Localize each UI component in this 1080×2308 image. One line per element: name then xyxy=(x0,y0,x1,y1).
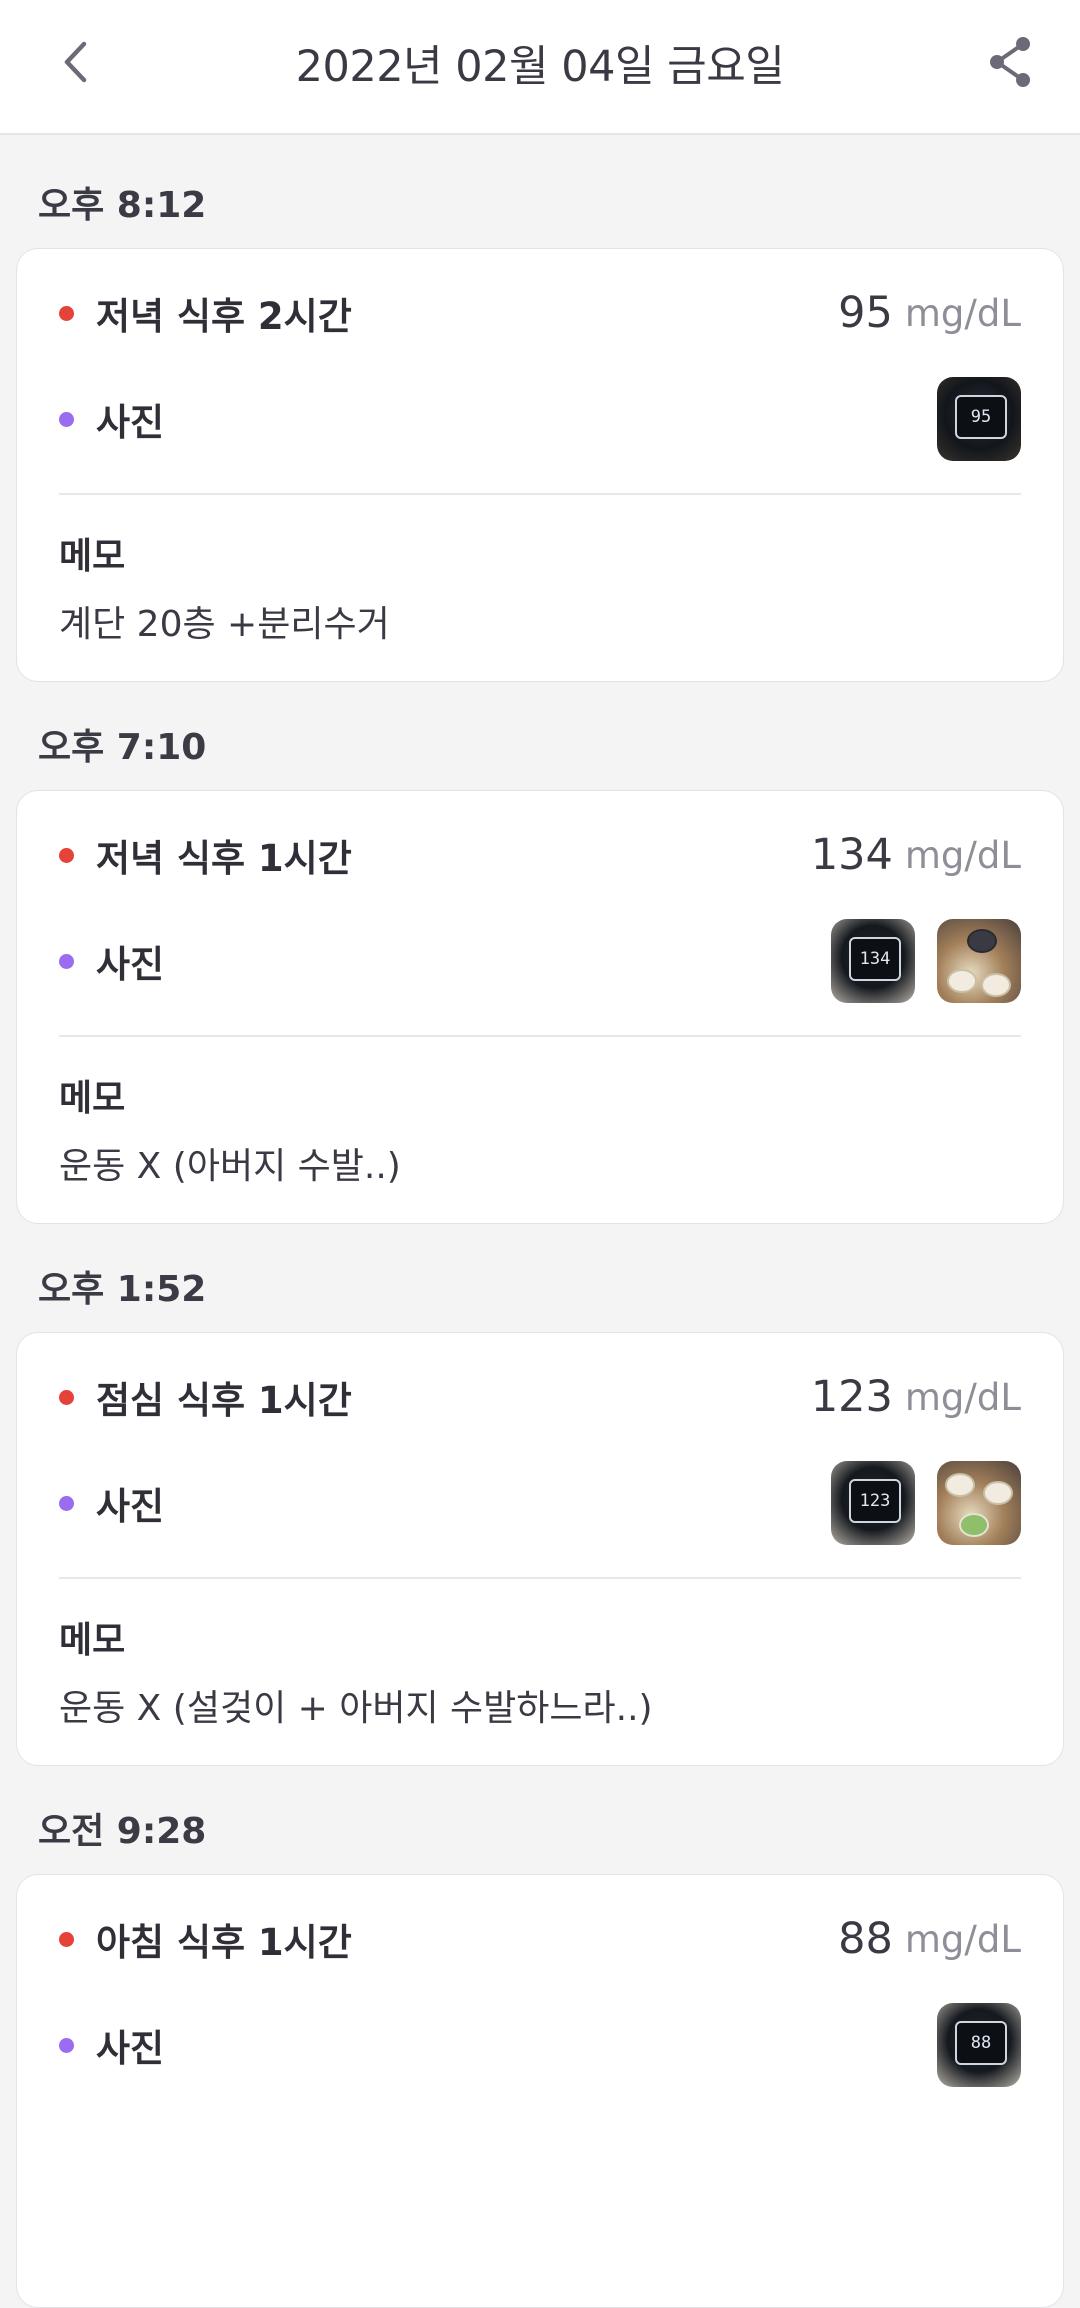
divider xyxy=(59,493,1021,495)
record-card[interactable]: 저녁 식후 2시간 95 mg/dL 사진 95 메모 계단 20층 +분리수거 xyxy=(16,248,1064,682)
measure-dot-icon xyxy=(59,847,74,863)
measure-row: 아침 식후 1시간 88 mg/dL xyxy=(59,1907,1021,1971)
glucose-meter-photo[interactable]: 123 xyxy=(831,1461,915,1545)
record-list: 오후 8:12 저녁 식후 2시간 95 mg/dL 사진 95 메모 계단 2… xyxy=(0,140,1080,2308)
glucose-unit: mg/dL xyxy=(904,1917,1021,1961)
photo-row: 사진 134 xyxy=(59,915,1021,1007)
app-header: 2022년 02월 04일 금요일 xyxy=(0,0,1080,135)
meter-screen: 88 xyxy=(955,2021,1007,2065)
photo-label: 사진 xyxy=(96,401,165,444)
photo-thumbnails: 134 xyxy=(831,919,1021,1003)
entry-time: 오후 1:52 xyxy=(38,1269,207,1310)
entry-time: 오후 7:10 xyxy=(38,727,207,768)
glucose-value: 95 xyxy=(838,288,893,338)
measure-row: 저녁 식후 2시간 95 mg/dL xyxy=(59,281,1021,345)
photo-label: 사진 xyxy=(96,943,165,986)
plate-shape xyxy=(947,969,977,993)
measure-row: 점심 식후 1시간 123 mg/dL xyxy=(59,1365,1021,1429)
back-button[interactable] xyxy=(50,32,100,92)
glucose-unit: mg/dL xyxy=(904,1375,1021,1419)
photo-label: 사진 xyxy=(96,2027,165,2070)
memo-text: 운동 X (아버지 수발..) xyxy=(59,1146,401,1187)
plate-shape xyxy=(945,1473,975,1497)
glucose-meter-photo[interactable]: 88 xyxy=(937,2003,1021,2087)
meal-photo[interactable] xyxy=(937,1461,1021,1545)
glucose-unit: mg/dL xyxy=(904,833,1021,877)
measure-dot-icon xyxy=(59,1389,74,1405)
memo-title: 메모 xyxy=(59,536,126,577)
entry-time: 오후 8:12 xyxy=(38,185,207,226)
glucose-value: 88 xyxy=(838,1914,893,1964)
meter-screen: 123 xyxy=(849,1479,901,1523)
memo-text: 운동 X (설겆이 + 아버지 수발하느라..) xyxy=(59,1688,653,1729)
memo-title: 메모 xyxy=(59,1078,126,1119)
record-card[interactable]: 점심 식후 1시간 123 mg/dL 사진 123 메모 운동 X (설겆이 … xyxy=(16,1332,1064,1766)
share-button[interactable] xyxy=(980,30,1040,94)
meter-screen: 95 xyxy=(955,395,1007,439)
memo-text: 계단 20층 +분리수거 xyxy=(59,604,390,645)
entry-time: 오전 9:28 xyxy=(38,1811,207,1852)
measure-label: 저녁 식후 2시간 xyxy=(96,295,352,338)
measure-row: 저녁 식후 1시간 134 mg/dL xyxy=(59,823,1021,887)
meal-photo[interactable] xyxy=(937,919,1021,1003)
record-card[interactable]: 저녁 식후 1시간 134 mg/dL 사진 134 메모 운동 X (아버지 … xyxy=(16,790,1064,1224)
measure-label: 점심 식후 1시간 xyxy=(96,1379,352,1422)
photo-dot-icon xyxy=(59,2037,74,2053)
measure-dot-icon xyxy=(59,1931,74,1947)
photo-row: 사진 123 xyxy=(59,1457,1021,1549)
photo-label: 사진 xyxy=(96,1485,165,1528)
divider xyxy=(59,1035,1021,1037)
photo-dot-icon xyxy=(59,953,74,969)
share-icon xyxy=(990,37,1030,87)
photo-thumbnails: 88 xyxy=(937,2003,1021,2087)
photo-row: 사진 95 xyxy=(59,373,1021,465)
page-title: 2022년 02월 04일 금요일 xyxy=(295,41,785,92)
plate-shape xyxy=(981,973,1011,997)
memo-title: 메모 xyxy=(59,1620,126,1661)
glucose-meter-photo[interactable]: 95 xyxy=(937,377,1021,461)
person-shape xyxy=(967,929,997,953)
measure-label: 아침 식후 1시간 xyxy=(96,1921,352,1964)
photo-thumbnails: 123 xyxy=(831,1461,1021,1545)
photo-dot-icon xyxy=(59,1495,74,1511)
plate-shape xyxy=(983,1481,1013,1505)
measure-label: 저녁 식후 1시간 xyxy=(96,837,352,880)
plate-shape xyxy=(959,1513,989,1537)
photo-dot-icon xyxy=(59,411,74,427)
photo-thumbnails: 95 xyxy=(937,377,1021,461)
chevron-left-icon xyxy=(64,41,87,83)
glucose-meter-photo[interactable]: 134 xyxy=(831,919,915,1003)
record-card[interactable]: 아침 식후 1시간 88 mg/dL 사진 88 xyxy=(16,1874,1064,2308)
meter-screen: 134 xyxy=(849,937,901,981)
glucose-unit: mg/dL xyxy=(904,291,1021,335)
glucose-value: 134 xyxy=(810,830,893,880)
glucose-value: 123 xyxy=(810,1372,893,1422)
divider xyxy=(59,1577,1021,1579)
photo-row: 사진 88 xyxy=(59,1999,1021,2091)
measure-dot-icon xyxy=(59,305,74,321)
